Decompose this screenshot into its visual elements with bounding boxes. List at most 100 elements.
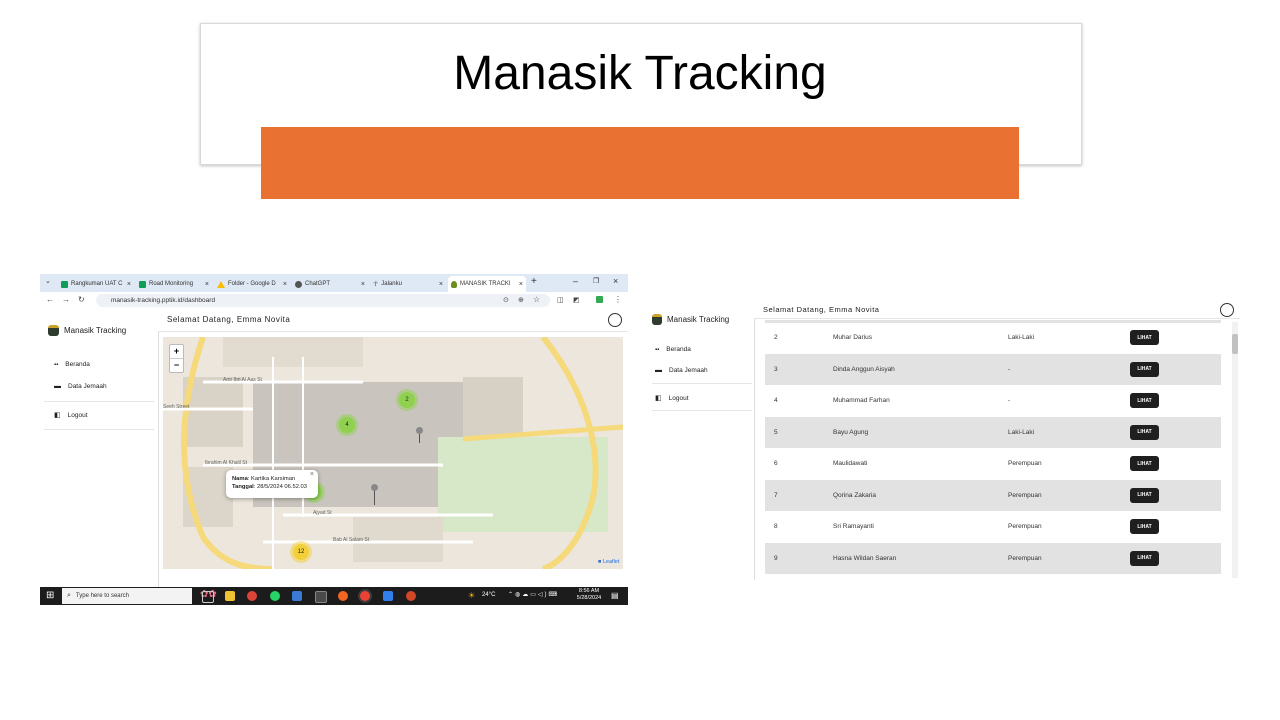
new-tab-icon[interactable]: + xyxy=(531,276,537,287)
divider xyxy=(652,383,752,384)
translate-icon[interactable]: ⊕ xyxy=(518,296,524,304)
lihat-button[interactable]: LIHAT xyxy=(1130,424,1159,440)
marker-cluster[interactable]: 4 xyxy=(339,417,355,433)
row-number: 4 xyxy=(774,397,778,404)
popup-name-value: : Kartika Karsiman xyxy=(247,476,296,482)
window-close-icon[interactable]: × xyxy=(613,276,618,286)
postman-icon[interactable] xyxy=(338,591,348,601)
location-pin[interactable] xyxy=(416,427,423,443)
close-icon[interactable]: × xyxy=(519,281,523,288)
menu-label: Logout xyxy=(67,411,88,419)
forward-icon[interactable]: → xyxy=(62,295,70,304)
close-icon[interactable]: × xyxy=(283,281,287,288)
chrome-active-icon[interactable] xyxy=(360,591,370,601)
powerpoint-icon[interactable] xyxy=(406,591,416,601)
browser-tab[interactable]: ChatGPT × xyxy=(292,276,368,292)
search-icon: ⌕ xyxy=(67,592,71,599)
profile-icon[interactable] xyxy=(596,296,603,303)
close-icon[interactable]: × xyxy=(361,281,365,288)
close-icon[interactable]: × xyxy=(205,281,209,288)
sidebar-item-data-jemaah[interactable]: ▬ Data Jemaah xyxy=(54,383,107,390)
lihat-button[interactable]: LIHAT xyxy=(1130,519,1159,534)
popup-close-button[interactable]: × xyxy=(310,471,314,479)
extension-icon[interactable]: ◫ xyxy=(557,296,564,304)
street-label: Bab Al Salam St xyxy=(333,537,370,543)
profile-circle-icon[interactable] xyxy=(1220,303,1234,317)
lihat-button[interactable]: LIHAT xyxy=(1130,487,1159,503)
notification-icon[interactable]: ▤ xyxy=(611,591,619,600)
photos-icon[interactable] xyxy=(315,591,327,603)
sidebar-item-logout[interactable]: ◧ Logout xyxy=(655,394,689,403)
system-tray-icons[interactable]: ⌃◍☁▭◁)⌨ xyxy=(508,591,559,598)
divider xyxy=(652,410,752,411)
cloud-icon[interactable] xyxy=(292,591,302,601)
browser-tab[interactable]: Folder - Google D × xyxy=(214,276,290,292)
menu-label: Data Jemaah xyxy=(68,383,107,390)
taskbar-search[interactable]: ⌕ Type here to search xyxy=(62,588,192,604)
pin-stem xyxy=(418,434,420,443)
popup-date-value: : 28/5/2024 06.52.03 xyxy=(253,484,307,490)
sidebar-item-beranda[interactable]: ▪▪ Beranda xyxy=(54,361,90,368)
kaaba-icon xyxy=(652,314,662,325)
puzzle-icon[interactable]: ◩ xyxy=(573,296,580,304)
row-name: Hasna Wildan Saeran xyxy=(833,554,897,562)
profile-circle-icon[interactable] xyxy=(608,313,622,327)
browser-tab[interactable]: Road Monitoring × xyxy=(136,276,212,292)
browser-tab[interactable]: ☥ Jalanku × xyxy=(370,276,446,292)
browser-tab[interactable]: Rangkuman UAT C × xyxy=(58,276,134,292)
menu-dots-icon[interactable]: ⋮ xyxy=(614,295,622,304)
view-icon[interactable]: ⊙ xyxy=(503,296,509,304)
tab-label: Rangkuman UAT C xyxy=(71,281,123,287)
restore-icon[interactable]: ❐ xyxy=(593,277,599,285)
flag-icon: ■ xyxy=(598,559,602,565)
app-logo: Manasik Tracking xyxy=(48,325,126,336)
zoom-out-button[interactable]: − xyxy=(170,359,183,372)
lihat-button[interactable]: LIHAT xyxy=(1130,361,1159,377)
marker-cluster[interactable]: 12 xyxy=(293,544,309,560)
scrollbar[interactable] xyxy=(1232,322,1238,578)
row-number: 7 xyxy=(774,491,778,499)
whatsapp-icon[interactable] xyxy=(270,591,280,601)
sheets-icon xyxy=(139,280,146,288)
lihat-button[interactable]: LIHAT xyxy=(1130,393,1159,408)
lihat-button[interactable]: LIHAT xyxy=(1130,456,1159,471)
url-text: manasik-tracking.pptik.id/dashboard xyxy=(111,297,216,304)
task-view-icon[interactable] xyxy=(202,591,214,603)
chatgpt-icon xyxy=(295,280,302,288)
file-explorer-icon[interactable] xyxy=(225,591,235,601)
clock[interactable]: 8:56 AM 5/28/2024 xyxy=(576,588,602,602)
back-icon[interactable]: ← xyxy=(46,295,54,304)
zoom-in-button[interactable]: + xyxy=(170,345,183,359)
close-icon[interactable]: × xyxy=(439,281,443,288)
lihat-button[interactable]: LIHAT xyxy=(1130,550,1159,566)
menu-label: Beranda xyxy=(65,361,90,368)
browser-tab-active[interactable]: MANASIK TRACKI × xyxy=(448,276,526,292)
location-pin[interactable] xyxy=(371,484,378,505)
leaflet-attribution[interactable]: ■ Leaflet xyxy=(598,559,619,565)
sidebar-item-data-jemaah[interactable]: ▬ Data Jemaah xyxy=(655,367,708,374)
data-jemaah-screenshot: Manasik Tracking ▪▪ Beranda ▬ Data Jemaah … xyxy=(652,300,1240,580)
row-name: Qorina Zakaria xyxy=(833,491,876,499)
close-icon[interactable]: × xyxy=(127,281,131,288)
sidebar-item-beranda[interactable]: ▪▪ Beranda xyxy=(655,346,691,353)
greeting: Selamat Datang, Emma Novita xyxy=(167,315,291,324)
minimize-icon[interactable]: – xyxy=(573,276,578,286)
sidebar-item-logout[interactable]: ◧ Logout xyxy=(54,411,88,420)
windows-start-icon[interactable]: ⊞ xyxy=(46,590,54,601)
table-row: 7 Qorina Zakaria Perempuan LIHAT xyxy=(765,479,1221,511)
slide-title: Manasik Tracking xyxy=(453,47,827,100)
tab-list-icon[interactable]: ⌄ xyxy=(45,277,51,285)
street-label: Ibrahim Al Khalil St xyxy=(205,460,247,466)
marker-cluster[interactable]: 2 xyxy=(399,392,415,408)
row-gender: - xyxy=(1008,397,1011,404)
map-view[interactable]: Amr Ibn Al Aas St Seeh Street Ibrahim Al… xyxy=(163,337,623,569)
menu-label: Data Jemaah xyxy=(669,367,708,374)
notepad-icon[interactable] xyxy=(383,591,393,601)
url-field[interactable]: manasik-tracking.pptik.id/dashboard xyxy=(96,294,550,307)
scrollbar-thumb[interactable] xyxy=(1232,334,1238,354)
lihat-button[interactable]: LIHAT xyxy=(1130,330,1159,345)
star-icon[interactable]: ☆ xyxy=(533,295,540,304)
reload-icon[interactable]: ↻ xyxy=(78,295,85,304)
greeting: Selamat Datang, Emma Novita xyxy=(763,305,880,314)
chrome-icon[interactable] xyxy=(247,591,257,601)
